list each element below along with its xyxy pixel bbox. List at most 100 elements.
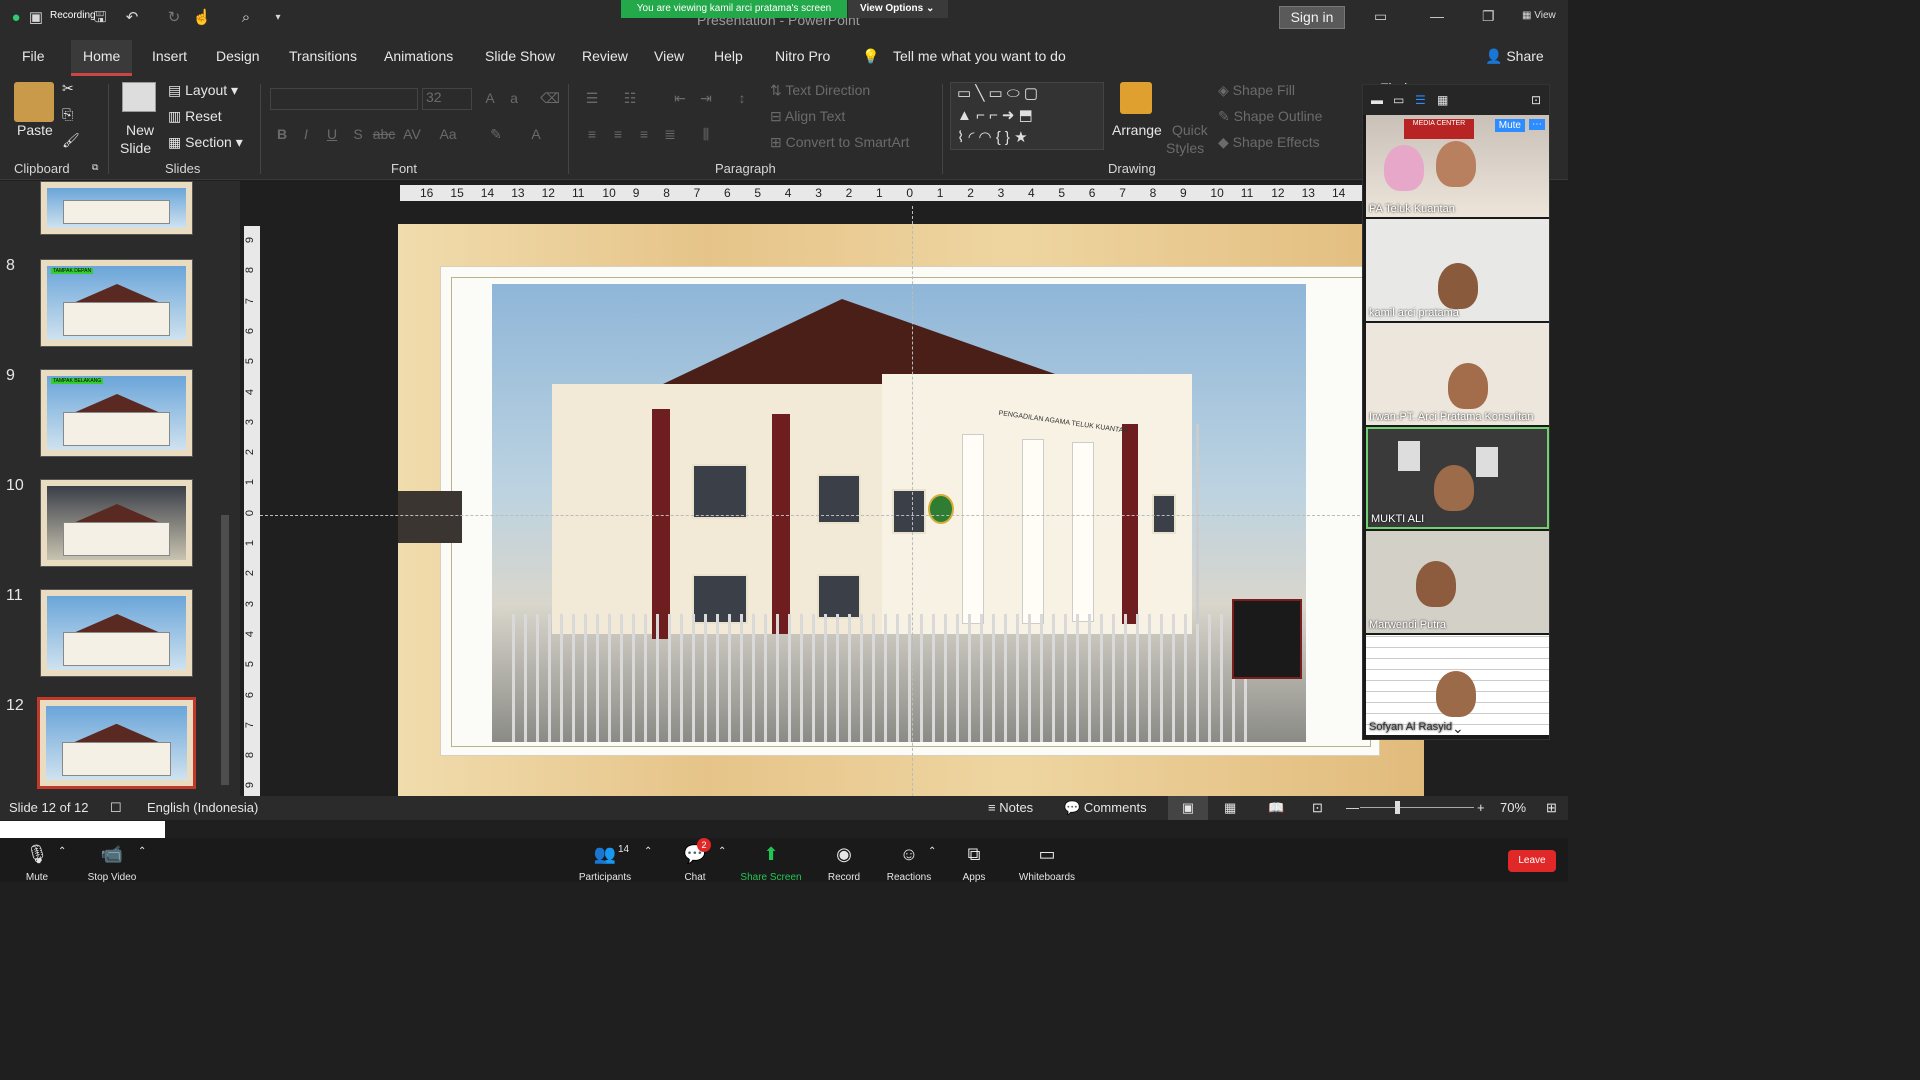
redo-icon[interactable]: ↻ [164, 8, 184, 28]
increase-font-icon[interactable]: A [478, 90, 502, 108]
quick-styles-label-2[interactable]: Styles [1166, 140, 1204, 156]
zoom-slider-thumb[interactable] [1395, 801, 1400, 814]
bullets-icon[interactable]: ☰ [580, 90, 604, 108]
apps-button[interactable]: Apps [934, 872, 1014, 882]
reset-button[interactable]: ▥ Reset [168, 108, 222, 125]
whiteboard-icon[interactable]: ▭ [1007, 844, 1087, 865]
cut-icon[interactable]: ✂ [62, 80, 74, 97]
apps-icon[interactable]: ⧉ [934, 844, 1014, 865]
whiteboards-button[interactable]: Whiteboards [1007, 872, 1087, 882]
video-tile[interactable]: Marwendi Putra [1366, 531, 1549, 633]
view-options-button[interactable]: View Options ⌄ [848, 0, 948, 18]
undo-icon[interactable]: ↶ [122, 8, 142, 28]
shapes-gallery[interactable]: ▭ ╲ ▭ ⬭ ▢ ▲ ⌐ ⌐ ➜ ⬒ ⌇ ◜ ◠ { } ★ [950, 82, 1104, 150]
text-direction-button[interactable]: ⇅ Text Direction [770, 82, 870, 99]
paste-button[interactable]: Paste [17, 122, 53, 138]
normal-view-icon[interactable]: ▣ [1168, 796, 1208, 820]
print-preview-icon[interactable]: ⌕ [236, 8, 256, 28]
decrease-indent-icon[interactable]: ⇤ [668, 90, 692, 108]
stop-video-button[interactable]: Stop Video [72, 872, 152, 882]
minimize-icon[interactable]: — [1430, 8, 1444, 24]
sign-in-button[interactable]: Sign in [1279, 6, 1345, 29]
participants-icon[interactable]: 👥 [565, 844, 645, 865]
zoom-slider-track[interactable] [1360, 807, 1474, 808]
tab-transitions[interactable]: Transitions [289, 48, 357, 64]
font-family-select[interactable] [270, 88, 418, 110]
new-slide-icon[interactable] [122, 82, 156, 112]
bold-icon[interactable]: B [270, 126, 294, 144]
italic-icon[interactable]: I [294, 126, 318, 144]
layout-button[interactable]: ▤ Layout ▾ [168, 82, 238, 99]
video-tile[interactable]: kamil arci pratama [1366, 219, 1549, 321]
clear-format-icon[interactable]: ⌫ [538, 90, 562, 108]
mute-button[interactable]: Mute [0, 872, 77, 882]
zoom-out-icon[interactable]: — [1346, 800, 1359, 815]
align-right-icon[interactable]: ≡ [632, 126, 656, 144]
customize-toolbar-icon[interactable]: ▾ [268, 8, 288, 28]
shape-outline-button[interactable]: ✎ Shape Outline [1218, 108, 1322, 125]
tab-help[interactable]: Help [714, 48, 743, 64]
format-painter-icon[interactable]: 🖌 [62, 132, 80, 149]
video-tile[interactable]: Irwan-PT. Arci Pratama Konsultan [1366, 323, 1549, 425]
building-render-image[interactable]: PENGADILAN AGAMA TELUK KUANTAN [492, 284, 1306, 742]
zoom-in-icon[interactable]: + [1477, 800, 1485, 815]
change-case-icon[interactable]: Aa [436, 126, 460, 144]
speaker-view-icon[interactable]: ▭ [1393, 93, 1404, 107]
slide-thumbnail[interactable]: TAMPAK BELAKANG [40, 369, 193, 457]
gallery-view-icon[interactable]: ▦ [1437, 93, 1448, 107]
chevron-up-icon[interactable]: ⌃ [718, 846, 726, 857]
tab-file[interactable]: File [22, 48, 45, 64]
current-slide[interactable]: PENGADILAN AGAMA TELUK KUANTAN [398, 224, 1424, 796]
video-tile[interactable]: MEDIA CENTER Mute ⋯ PA Teluk Kuantan [1366, 115, 1549, 217]
leave-button[interactable]: Leave [1508, 850, 1556, 872]
quick-styles-label-1[interactable]: Quick [1172, 122, 1208, 138]
ribbon-display-icon[interactable]: ▭ [1374, 8, 1387, 25]
mute-tag[interactable]: Mute [1494, 119, 1525, 132]
increase-indent-icon[interactable]: ⇥ [694, 90, 718, 108]
tab-nitro-pro[interactable]: Nitro Pro [775, 48, 830, 64]
slide-thumbnail-selected[interactable] [37, 697, 196, 789]
participants-button[interactable]: Participants [565, 872, 645, 882]
shadow-icon[interactable]: S [346, 126, 370, 144]
tab-view[interactable]: View [654, 48, 684, 64]
language-label[interactable]: English (Indonesia) [147, 800, 258, 815]
highlight-icon[interactable]: ✎ [484, 126, 508, 144]
slide-thumbnail[interactable] [40, 589, 193, 677]
copy-icon[interactable]: ⎘ [62, 106, 73, 123]
align-text-button[interactable]: ⊟ Align Text [770, 108, 845, 125]
slide-thumbnail[interactable]: TAMPAK DEPAN [40, 259, 193, 347]
reading-view-icon[interactable]: 📖 [1268, 800, 1284, 816]
new-slide-label-1[interactable]: New [126, 122, 154, 138]
chat-button[interactable]: Chat [655, 872, 735, 882]
decrease-font-icon[interactable]: a [502, 90, 526, 108]
tab-design[interactable]: Design [216, 48, 260, 64]
fit-slide-icon[interactable]: ⊞ [1546, 800, 1557, 816]
chevron-up-icon[interactable]: ⌃ [58, 846, 66, 857]
columns-icon[interactable]: ⫼ [694, 126, 718, 144]
new-slide-label-2[interactable]: Slide [120, 140, 151, 156]
slide-thumbnail[interactable] [40, 479, 193, 567]
more-options-icon[interactable]: ⋯ [1529, 119, 1545, 130]
tab-review[interactable]: Review [582, 48, 628, 64]
chevron-down-icon[interactable]: ⌄ [1452, 720, 1464, 735]
tab-slide-show[interactable]: Slide Show [485, 48, 555, 64]
justify-icon[interactable]: ≣ [658, 126, 682, 144]
underline-icon[interactable]: U [320, 126, 344, 144]
touch-mode-icon[interactable]: ☝ [192, 8, 212, 28]
arrange-button[interactable]: Arrange [1112, 122, 1162, 138]
thumbnail-scrollbar[interactable] [218, 185, 232, 790]
save-icon[interactable]: 🖫 [90, 8, 110, 28]
expand-panel-icon[interactable]: ⊡ [1531, 93, 1541, 107]
strip-view-icon[interactable]: ☰ [1415, 93, 1426, 107]
zoom-level[interactable]: 70% [1500, 800, 1526, 815]
share-screen-button[interactable]: Share Screen [731, 872, 811, 882]
arrange-icon[interactable] [1120, 82, 1152, 114]
spacing-icon[interactable]: AV [400, 126, 424, 144]
video-tile-active[interactable]: MUKTI ALI [1366, 427, 1549, 529]
video-tile[interactable]: Sofyan Al Rasyid ⌄ [1366, 635, 1549, 735]
scrollbar-thumb[interactable] [221, 515, 229, 785]
dialog-launcher-icon[interactable]: ⧉ [92, 162, 98, 173]
convert-smartart-button[interactable]: ⊞ Convert to SmartArt [770, 134, 909, 151]
strikethrough-icon[interactable]: abc [372, 126, 396, 144]
chevron-up-icon[interactable]: ⌃ [644, 846, 652, 857]
